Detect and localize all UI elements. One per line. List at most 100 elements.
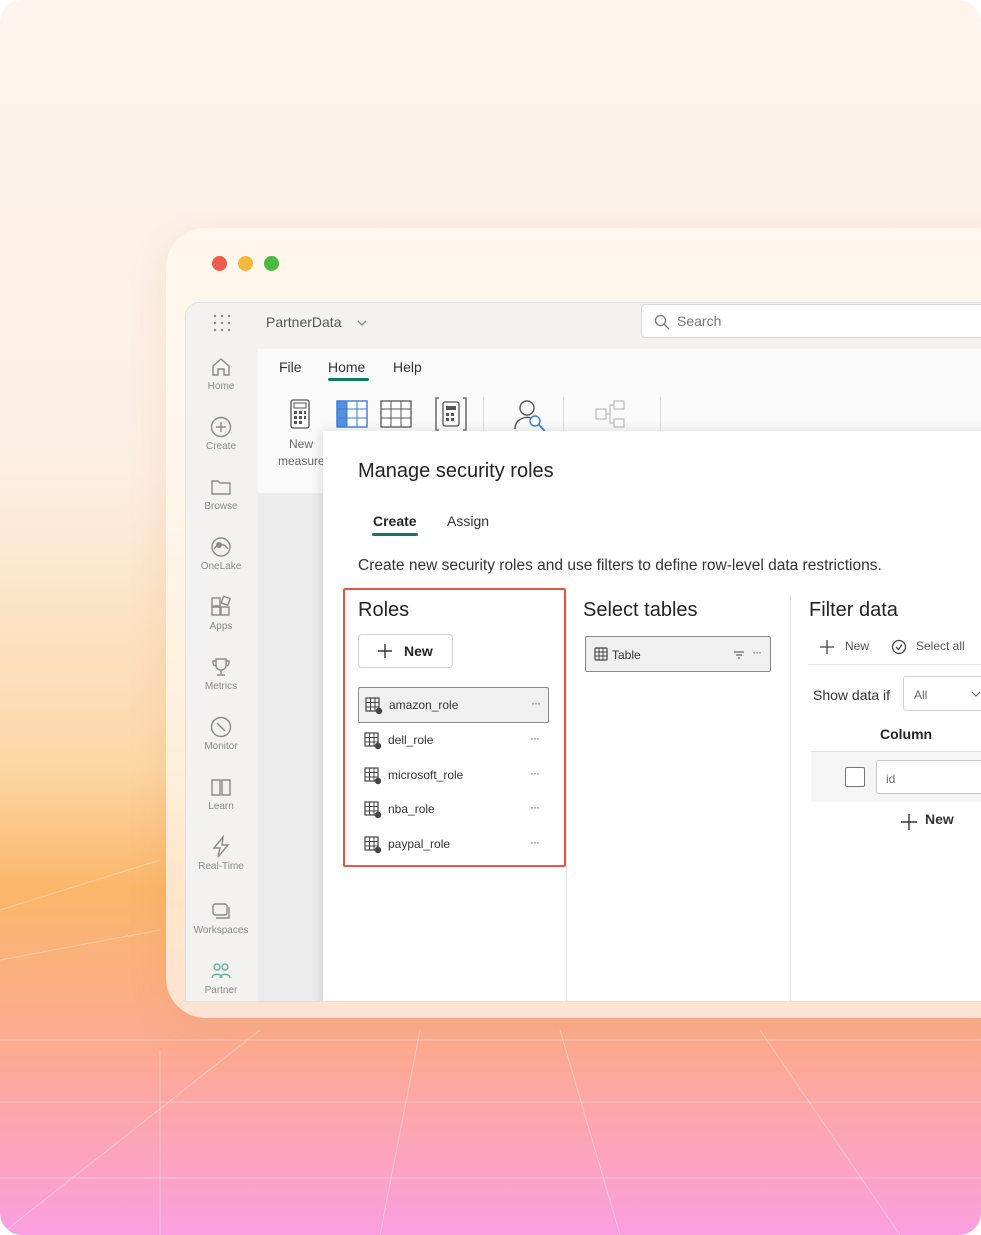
table-icon[interactable] <box>336 400 368 428</box>
role-table-icon <box>364 732 382 750</box>
nav-label: Apps <box>209 621 233 632</box>
plus-icon[interactable] <box>901 814 917 830</box>
select-all-icon[interactable] <box>891 639 907 655</box>
role-item-microsoft[interactable]: microsoft_role ··· <box>358 758 547 792</box>
column-value: id <box>886 772 896 786</box>
dialog-description: Create new security roles and use filter… <box>358 557 882 574</box>
nav-label: Learn <box>208 801 234 812</box>
nav-label: Real-Time <box>198 861 244 872</box>
new-measure-label: New <box>289 437 314 451</box>
search-placeholder: Search <box>677 313 722 329</box>
fabric-app: PartnerData Search Home Create Browse On… <box>185 302 981 1002</box>
more-options-icon[interactable]: ··· <box>530 731 540 745</box>
new-measure-icon[interactable] <box>289 399 311 429</box>
window-maximize-dot[interactable] <box>264 256 279 271</box>
nav-real-time[interactable]: Real-Time <box>186 835 256 872</box>
plus-icon[interactable] <box>820 640 834 654</box>
dialog-title: Manage security roles <box>358 460 554 482</box>
nav-monitor[interactable]: Monitor <box>186 715 256 752</box>
left-nav: Home Create Browse OneLake Apps Metrics … <box>186 343 256 1001</box>
column-divider <box>790 596 791 1001</box>
tab-create-underline <box>372 533 418 536</box>
folder-icon <box>211 480 231 495</box>
nav-create[interactable]: Create <box>186 415 256 452</box>
search-input[interactable]: Search <box>641 304 981 338</box>
chevron-down-icon <box>971 691 981 697</box>
nav-apps[interactable]: Apps <box>186 595 256 632</box>
nav-onelake[interactable]: OneLake <box>186 535 256 572</box>
filter-toolbar-divider <box>808 664 981 665</box>
plus-circle-icon <box>210 416 232 438</box>
chevron-down-icon[interactable] <box>356 318 368 328</box>
role-table-icon <box>364 767 382 785</box>
calculator-icon[interactable] <box>434 396 468 432</box>
tab-help[interactable]: Help <box>393 359 422 375</box>
relationship-icon[interactable] <box>594 399 628 431</box>
more-options-icon[interactable]: ··· <box>530 835 540 849</box>
filter-icon[interactable] <box>733 650 745 660</box>
more-options-icon[interactable]: ··· <box>530 766 540 780</box>
nav-browse[interactable]: Browse <box>186 475 256 512</box>
filter-row-checkbox[interactable] <box>845 767 865 787</box>
column-divider <box>566 596 567 1001</box>
more-options-icon[interactable]: ··· <box>752 645 762 659</box>
column-value-field[interactable]: id <box>876 760 981 794</box>
manage-roles-icon[interactable] <box>513 397 549 433</box>
nav-metrics[interactable]: Metrics <box>186 655 256 692</box>
filter-new-button[interactable]: New <box>845 639 869 653</box>
grid-icon[interactable] <box>380 400 412 428</box>
nav-workspaces[interactable]: Workspaces <box>186 899 256 936</box>
nav-label: OneLake <box>200 561 242 572</box>
show-data-if-value: All <box>914 688 928 702</box>
workspaces-icon <box>212 903 230 919</box>
nav-label: Workspaces <box>193 925 249 936</box>
top-bar: PartnerData Search <box>186 303 981 343</box>
app-launcher-icon[interactable] <box>212 313 232 333</box>
new-measure-label-2: measure <box>278 454 325 468</box>
more-options-icon[interactable]: ··· <box>530 800 540 814</box>
role-item-paypal[interactable]: paypal_role ··· <box>358 827 547 861</box>
tab-file[interactable]: File <box>279 359 302 375</box>
tab-assign[interactable]: Assign <box>447 513 489 529</box>
new-role-label: New <box>404 643 433 659</box>
nav-home[interactable]: Home <box>186 355 256 392</box>
tab-create[interactable]: Create <box>373 513 417 529</box>
show-data-if-dropdown[interactable]: All <box>903 676 981 711</box>
workspace-name[interactable]: PartnerData <box>266 314 341 330</box>
report-canvas <box>258 493 328 1001</box>
table-name: Table <box>612 648 641 662</box>
role-name: paypal_role <box>388 837 451 851</box>
window-close-dot[interactable] <box>212 256 227 271</box>
roles-heading: Roles <box>358 599 410 621</box>
onelake-icon <box>211 537 231 557</box>
role-name: microsoft_role <box>388 768 464 782</box>
role-table-icon <box>365 697 383 715</box>
role-item-dell[interactable]: dell_role ··· <box>358 723 547 757</box>
book-icon <box>211 779 231 796</box>
role-name: dell_role <box>388 733 434 747</box>
nav-label: Create <box>205 441 236 452</box>
window-minimize-dot[interactable] <box>238 256 253 271</box>
table-item[interactable]: Table ··· <box>585 636 771 672</box>
manage-security-roles-dialog: Manage security roles Create Assign Crea… <box>323 431 981 1001</box>
tab-home-underline <box>328 378 369 381</box>
monitor-icon <box>210 716 232 738</box>
role-name: nba_role <box>388 802 435 816</box>
select-tables-heading: Select tables <box>583 599 698 621</box>
nav-partner[interactable]: Partner <box>186 959 256 996</box>
apps-icon <box>211 595 232 616</box>
tab-home[interactable]: Home <box>328 359 365 375</box>
role-item-amazon[interactable]: amazon_role ··· <box>358 687 549 723</box>
search-icon <box>654 314 670 330</box>
nav-label: Browse <box>204 501 238 512</box>
add-filter-row-button[interactable]: New <box>925 811 954 827</box>
filter-data-heading: Filter data <box>809 599 898 621</box>
nav-label: Home <box>207 381 235 392</box>
home-icon <box>212 358 230 376</box>
table-icon <box>594 647 608 661</box>
new-role-button[interactable]: New <box>358 634 453 668</box>
more-options-icon[interactable]: ··· <box>531 696 541 710</box>
nav-learn[interactable]: Learn <box>186 775 256 812</box>
select-all-button[interactable]: Select all <box>916 639 965 653</box>
role-item-nba[interactable]: nba_role ··· <box>358 792 547 826</box>
